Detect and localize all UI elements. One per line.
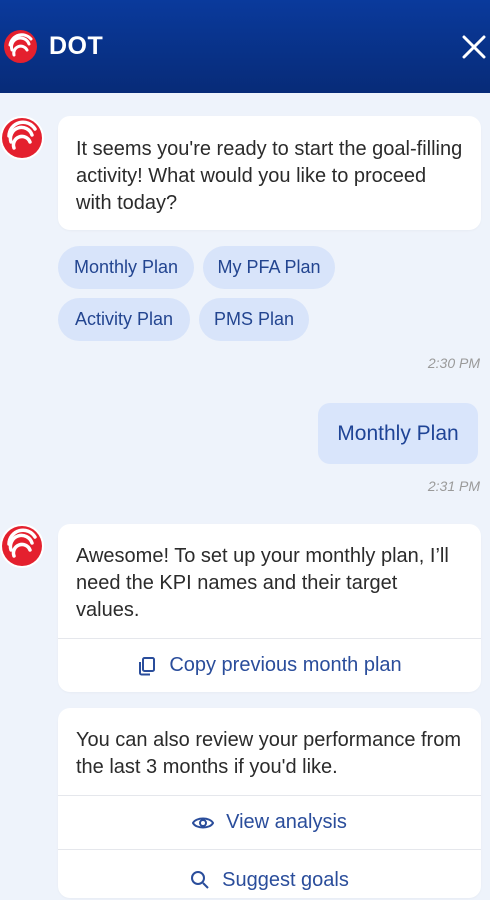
- bot-message-bubble: It seems you're ready to start the goal-…: [58, 116, 481, 230]
- suggest-goals-button[interactable]: Suggest goals: [58, 860, 481, 900]
- header-title: DOT: [49, 32, 104, 60]
- dot-logo-icon: [2, 526, 42, 566]
- bot-message-text: Awesome! To set up your monthly plan, I’…: [76, 545, 449, 621]
- bot-avatar: [0, 116, 44, 160]
- option-pms-plan[interactable]: PMS Plan: [199, 298, 309, 341]
- dot-logo-icon: [2, 118, 42, 158]
- option-activity-plan[interactable]: Activity Plan: [58, 298, 190, 341]
- option-monthly-plan[interactable]: Monthly Plan: [58, 246, 194, 289]
- divider: [58, 849, 481, 850]
- dot-logo-icon: [4, 30, 37, 63]
- search-icon: [190, 870, 210, 890]
- close-icon[interactable]: [462, 35, 486, 59]
- view-analysis-button[interactable]: View analysis: [58, 796, 481, 849]
- bot-message-text: It seems you're ready to start the goal-…: [76, 138, 463, 214]
- action-label: View analysis: [226, 811, 347, 833]
- user-message-bubble: Monthly Plan: [318, 403, 478, 464]
- bot-message-card: You can also review your performance fro…: [58, 708, 481, 898]
- chat-header: DOT: [0, 0, 490, 93]
- eye-icon: [192, 815, 215, 831]
- option-my-pfa-plan[interactable]: My PFA Plan: [203, 246, 335, 289]
- copy-icon: [137, 656, 157, 676]
- message-timestamp: 2:30 PM: [427, 355, 480, 371]
- copy-previous-month-plan-button[interactable]: Copy previous month plan: [58, 639, 481, 692]
- action-label: Copy previous month plan: [169, 654, 402, 676]
- bot-message-card: Awesome! To set up your monthly plan, I’…: [58, 524, 481, 692]
- user-message-text: Monthly Plan: [337, 421, 459, 445]
- bot-message-text: You can also review your performance fro…: [76, 729, 461, 778]
- message-timestamp: 2:31 PM: [427, 478, 480, 494]
- bot-avatar: [0, 524, 44, 568]
